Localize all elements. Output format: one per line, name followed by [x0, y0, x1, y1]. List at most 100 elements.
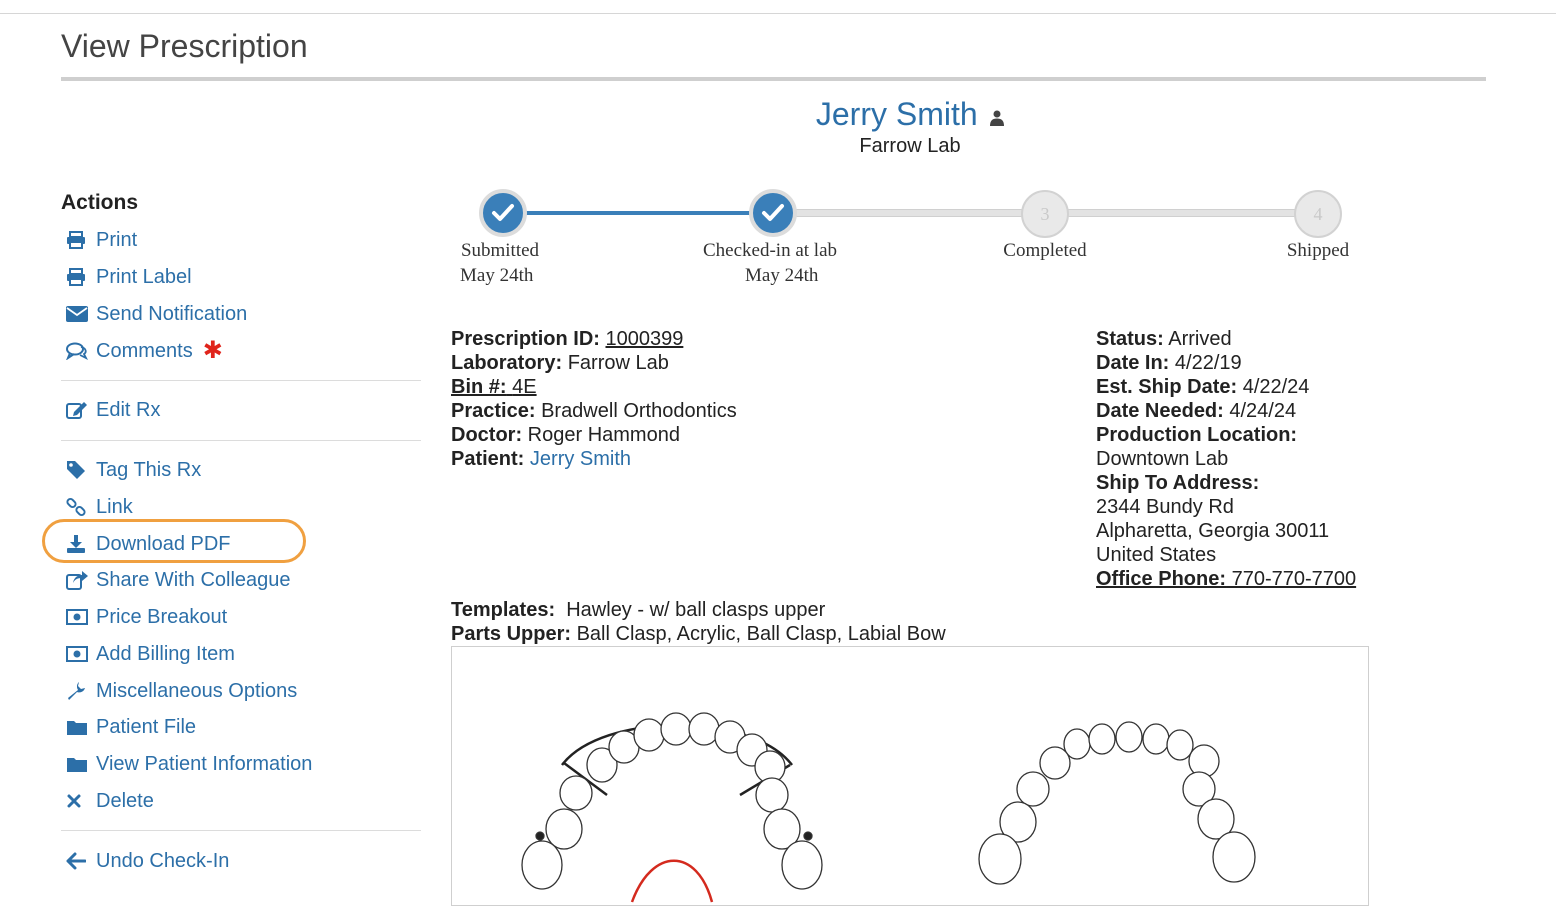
step-completed-marker: 3 [1021, 190, 1069, 238]
price-breakout-button[interactable]: Price Breakout [66, 604, 227, 630]
patient-name-link[interactable]: Jerry Smith [816, 96, 978, 132]
money-icon [66, 607, 88, 627]
date-in-value: 4/22/19 [1174, 352, 1242, 374]
step-label: Checked-in at lab [703, 240, 838, 261]
field-label: Prescription ID: [451, 328, 600, 350]
prescription-id-row: Prescription ID: 1000399 [451, 327, 737, 351]
practice-row: Practice: Bradwell Orthodontics [451, 399, 737, 423]
shipping-details: Status: Arrived Date In: 4/22/19 Est. Sh… [1096, 327, 1356, 591]
patient-row: Patient: Jerry Smith [451, 447, 737, 471]
laboratory-value: Farrow Lab [567, 352, 669, 374]
link-icon [66, 497, 88, 517]
field-label: Parts Upper: [451, 623, 572, 645]
delete-label: Delete [96, 789, 154, 812]
download-pdf-label: Download PDF [96, 532, 231, 555]
top-divider [0, 13, 1556, 14]
add-billing-item-label: Add Billing Item [96, 642, 235, 665]
patient-header: Jerry Smith Farrow Lab [660, 96, 1160, 158]
undo-check-in-button[interactable]: Undo Check-In [66, 848, 229, 874]
field-label: Bin #: [451, 376, 507, 398]
print-label-label: Print Label [96, 265, 192, 288]
field-label: Production Location: [1096, 424, 1298, 446]
wrench-icon [66, 681, 88, 701]
link-button[interactable]: Link [66, 494, 133, 520]
practice-value: Bradwell Orthodontics [541, 400, 737, 422]
print-label-button[interactable]: Print Label [66, 264, 192, 290]
step-date: May 24th [460, 265, 534, 286]
share-with-colleague-button[interactable]: Share With Colleague [66, 567, 291, 593]
download-pdf-button[interactable]: Download PDF [66, 531, 231, 557]
step-label: Completed [1003, 240, 1087, 261]
page-title: View Prescription [61, 28, 308, 64]
bin-value: 4E [512, 376, 537, 398]
dental-arches-illustration [521, 712, 1256, 903]
patient-file-button[interactable]: Patient File [66, 714, 196, 740]
step-checked-in-check-icon [749, 189, 797, 237]
prescription-details: Prescription ID: 1000399 Laboratory: Far… [451, 327, 737, 471]
date-in-row: Date In: 4/22/19 [1096, 351, 1356, 375]
link-label: Link [96, 495, 133, 518]
view-patient-information-button[interactable]: View Patient Information [66, 751, 312, 777]
ship-to-row: Ship To Address: [1096, 471, 1356, 495]
undo-check-in-label: Undo Check-In [96, 849, 230, 872]
doctor-row: Doctor: Roger Hammond [451, 423, 737, 447]
est-ship-date-row: Est. Ship Date: 4/22/24 [1096, 375, 1356, 399]
templates-value: Hawley - w/ ball clasps upper [566, 599, 826, 621]
step-date: May 24th [745, 265, 819, 286]
office-phone-value: 770-770-7700 [1226, 568, 1357, 590]
field-label: Templates: [451, 599, 556, 621]
dental-diagram [451, 646, 1369, 906]
folder-icon [66, 754, 88, 774]
office-phone-row[interactable]: Office Phone: 770-770-7700 [1096, 567, 1356, 591]
print-label: Print [96, 228, 138, 251]
miscellaneous-options-button[interactable]: Miscellaneous Options [66, 678, 297, 704]
templates-section: Templates: Hawley - w/ ball clasps upper… [451, 598, 946, 646]
date-needed-value: 4/24/24 [1229, 400, 1297, 422]
address-line: 2344 Bundy Rd [1096, 496, 1234, 518]
field-label: Status: [1096, 328, 1164, 350]
address-line: Alpharetta, Georgia 30011 [1096, 520, 1330, 542]
step-shipped: Shipped [1268, 238, 1368, 263]
field-label: Laboratory: [451, 352, 563, 374]
share-with-colleague-label: Share With Colleague [96, 568, 291, 591]
parts-upper-row: Parts Upper: Ball Clasp, Acrylic, Ball C… [451, 622, 946, 646]
sidebar-divider [61, 440, 421, 441]
prescription-id-link[interactable]: 1000399 [605, 328, 683, 350]
field-label: Est. Ship Date: [1096, 376, 1238, 398]
edit-rx-button[interactable]: Edit Rx [66, 397, 160, 423]
print-button[interactable]: Print [66, 227, 137, 253]
bin-row[interactable]: Bin #: 4E [451, 375, 737, 399]
field-label: Practice: [451, 400, 536, 422]
step-label: Shipped [1286, 240, 1350, 261]
patient-link[interactable]: Jerry Smith [530, 448, 631, 470]
step-submitted-check-icon [479, 189, 527, 237]
sidebar-divider [61, 380, 421, 381]
add-billing-item-button[interactable]: Add Billing Item [66, 641, 235, 667]
field-label: Date Needed: [1096, 400, 1224, 422]
user-icon [990, 110, 1005, 131]
money-icon [66, 644, 88, 664]
production-location-value: Downtown Lab [1096, 448, 1229, 470]
view-patient-information-label: View Patient Information [96, 752, 313, 775]
progress-track-completed [503, 211, 773, 215]
download-icon [66, 534, 88, 554]
patient-file-label: Patient File [96, 715, 197, 738]
printer-icon [66, 230, 88, 250]
delete-button[interactable]: Delete [66, 788, 154, 814]
close-icon [66, 791, 88, 811]
tag-icon [66, 460, 88, 480]
printer-icon [66, 267, 88, 287]
miscellaneous-options-label: Miscellaneous Options [96, 679, 298, 702]
est-ship-date-value: 4/22/24 [1242, 376, 1310, 398]
templates-row: Templates: Hawley - w/ ball clasps upper [451, 598, 946, 622]
laboratory-row: Laboratory: Farrow Lab [451, 351, 737, 375]
edit-rx-label: Edit Rx [96, 398, 161, 421]
tag-this-rx-label: Tag This Rx [96, 458, 202, 481]
send-notification-label: Send Notification [96, 302, 248, 325]
field-label: Office Phone: [1096, 568, 1227, 590]
step-submitted: Submitted May 24th [440, 238, 560, 288]
address-line: United States [1096, 544, 1217, 566]
send-notification-button[interactable]: Send Notification [66, 301, 247, 327]
comments-button[interactable]: Comments ✱ [66, 338, 223, 364]
tag-this-rx-button[interactable]: Tag This Rx [66, 457, 201, 483]
